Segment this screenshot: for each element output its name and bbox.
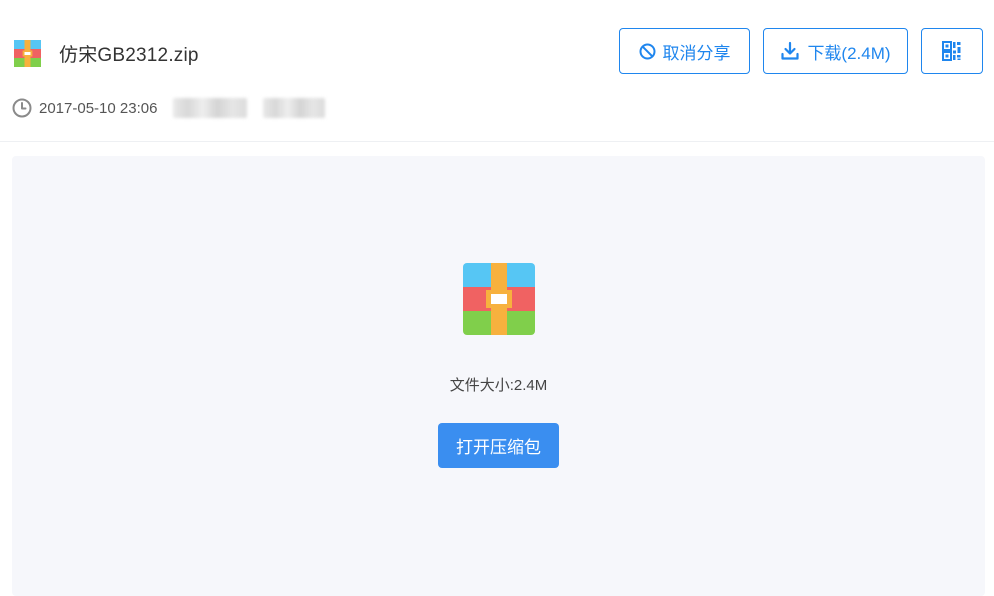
- redacted-info: [263, 98, 326, 118]
- qr-code-icon: [942, 41, 961, 61]
- clock-icon: [12, 98, 32, 118]
- download-label: 下载(2.4M): [807, 43, 891, 63]
- redacted-info: [173, 98, 248, 118]
- cancel-share-button[interactable]: 取消分享: [619, 28, 750, 74]
- upload-timestamp: 2017-05-10 23:06: [39, 99, 158, 117]
- qr-code-button[interactable]: [921, 28, 983, 74]
- ban-icon: [639, 43, 656, 60]
- cancel-share-label: 取消分享: [662, 43, 731, 63]
- download-button[interactable]: 下载(2.4M): [763, 28, 908, 74]
- file-size-text: 文件大小:2.4M: [449, 377, 548, 394]
- file-meta-row: 2017-05-10 23:06: [12, 98, 326, 118]
- file-title-row: 仿宋GB2312.zip: [14, 40, 199, 67]
- file-name: 仿宋GB2312.zip: [59, 45, 199, 66]
- zip-archive-icon: [463, 263, 535, 335]
- download-icon: [780, 41, 800, 61]
- file-header: 仿宋GB2312.zip 2017-05-10 23:06 取消分享 下载(2.: [0, 0, 994, 142]
- open-archive-button[interactable]: 打开压缩包: [438, 423, 559, 468]
- file-preview-panel: 文件大小:2.4M 打开压缩包: [12, 156, 985, 596]
- zip-archive-icon: [14, 40, 41, 67]
